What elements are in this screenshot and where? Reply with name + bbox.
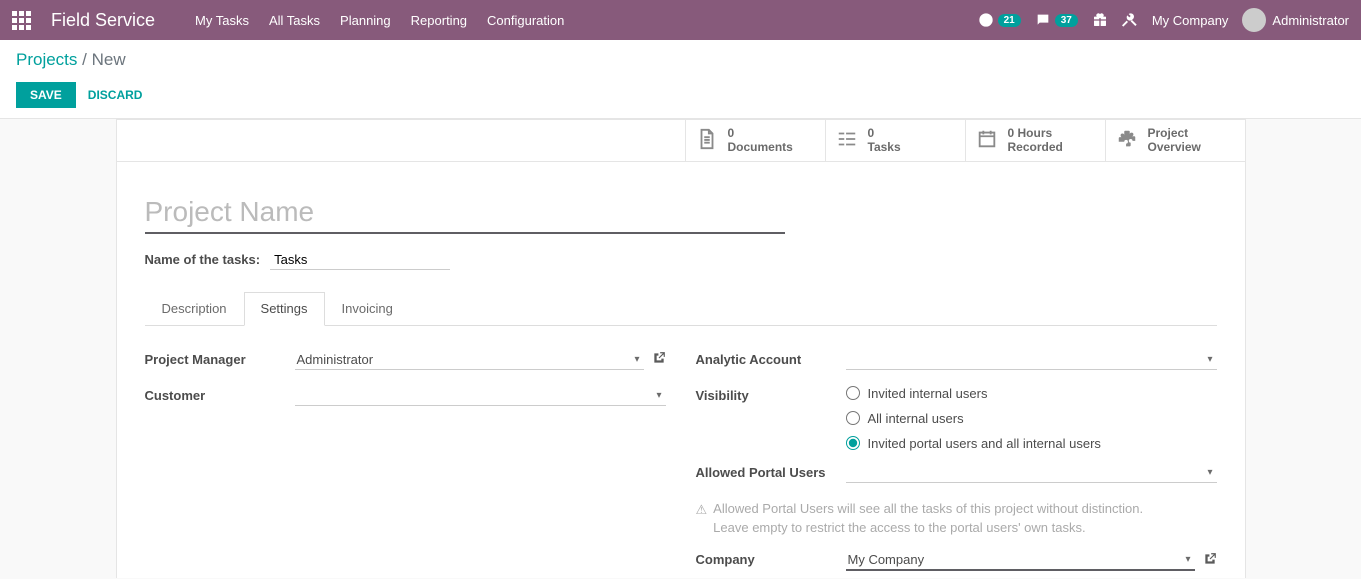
tab-invoicing[interactable]: Invoicing	[325, 292, 410, 325]
avatar-icon	[1242, 8, 1266, 32]
breadcrumb: Projects / New	[16, 50, 1345, 70]
tab-settings[interactable]: Settings	[244, 292, 325, 326]
stat-buttons: 0Documents 0Tasks 0 HoursRecorded Projec…	[116, 119, 1246, 162]
chevron-down-icon: ▾	[656, 390, 661, 401]
nav-reporting[interactable]: Reporting	[411, 13, 467, 28]
chat-icon	[1035, 12, 1051, 28]
chevron-down-icon: ▾	[1207, 467, 1212, 478]
user-menu[interactable]: Administrator	[1242, 8, 1349, 32]
navbar: Field Service My Tasks All Tasks Plannin…	[0, 0, 1361, 40]
control-panel: Projects / New SAVE DISCARD	[0, 40, 1361, 119]
apps-icon[interactable]	[12, 11, 31, 30]
allowed-portal-users-row: Allowed Portal Users ▾	[696, 463, 1217, 487]
customer-select[interactable]: ▾	[295, 386, 666, 406]
visibility-radio-group: Invited internal users All internal user…	[846, 386, 1217, 451]
stat-documents[interactable]: 0Documents	[685, 120, 825, 161]
visibility-option-all-internal[interactable]: All internal users	[846, 411, 1217, 426]
brand-title[interactable]: Field Service	[51, 10, 155, 31]
warning-icon: ⚠	[696, 500, 708, 520]
task-name-label: Name of the tasks:	[145, 252, 261, 267]
company-select[interactable]: My Company ▾	[846, 550, 1195, 571]
activity-indicator[interactable]: 21	[978, 12, 1021, 28]
tab-description[interactable]: Description	[145, 292, 244, 325]
main-scroll[interactable]: 0Documents 0Tasks 0 HoursRecorded Projec…	[0, 119, 1361, 578]
nav-configuration[interactable]: Configuration	[487, 13, 564, 28]
calendar-icon	[976, 128, 998, 150]
nav-menu: My Tasks All Tasks Planning Reporting Co…	[195, 13, 978, 28]
tools-icon[interactable]	[1122, 12, 1138, 28]
sheet-container: 0Documents 0Tasks 0 HoursRecorded Projec…	[116, 119, 1246, 578]
settings-body: Project Manager Administrator ▾	[145, 326, 1217, 578]
nav-all-tasks[interactable]: All Tasks	[269, 13, 320, 28]
discard-button[interactable]: DISCARD	[88, 88, 143, 102]
gift-icon[interactable]	[1092, 12, 1108, 28]
user-name: Administrator	[1272, 13, 1349, 28]
puzzle-icon	[1116, 128, 1138, 150]
breadcrumb-root[interactable]: Projects	[16, 50, 77, 69]
allowed-portal-users-select[interactable]: ▾	[846, 463, 1217, 483]
external-link-icon[interactable]	[1203, 552, 1217, 569]
action-buttons: SAVE DISCARD	[16, 82, 1345, 108]
task-name-row: Name of the tasks:	[145, 250, 1217, 270]
document-icon	[696, 128, 718, 150]
project-manager-select[interactable]: Administrator ▾	[295, 350, 644, 370]
task-name-input[interactable]	[270, 250, 450, 270]
chevron-down-icon: ▾	[1207, 354, 1212, 365]
tabs: Description Settings Invoicing	[145, 292, 1217, 326]
right-column: Analytic Account ▾ Visibility Inv	[696, 350, 1217, 578]
company-row: Company My Company ▾	[696, 550, 1217, 574]
nav-right: 21 37 My Company Administrator	[978, 8, 1349, 32]
customer-row: Customer ▾	[145, 386, 666, 410]
analytic-account-row: Analytic Account ▾	[696, 350, 1217, 374]
messages-badge: 37	[1055, 14, 1078, 27]
allowed-portal-users-help: ⚠ Allowed Portal Users will see all the …	[696, 499, 1217, 538]
form-sheet: Name of the tasks: Description Settings …	[116, 162, 1246, 578]
company-switcher[interactable]: My Company	[1152, 13, 1229, 28]
analytic-account-select[interactable]: ▾	[846, 350, 1217, 370]
stat-hours[interactable]: 0 HoursRecorded	[965, 120, 1105, 161]
visibility-option-portal[interactable]: Invited portal users and all internal us…	[846, 436, 1217, 451]
chevron-down-icon: ▾	[1185, 554, 1190, 565]
external-link-icon[interactable]	[652, 351, 666, 368]
project-manager-row: Project Manager Administrator ▾	[145, 350, 666, 374]
activity-badge: 21	[998, 14, 1021, 27]
nav-planning[interactable]: Planning	[340, 13, 391, 28]
breadcrumb-current: New	[92, 50, 126, 69]
visibility-option-invited-internal[interactable]: Invited internal users	[846, 386, 1217, 401]
chevron-down-icon: ▾	[634, 354, 639, 365]
tasks-icon	[836, 128, 858, 150]
nav-my-tasks[interactable]: My Tasks	[195, 13, 249, 28]
visibility-row: Visibility Invited internal users All in…	[696, 386, 1217, 451]
left-column: Project Manager Administrator ▾	[145, 350, 666, 578]
messages-indicator[interactable]: 37	[1035, 12, 1078, 28]
project-name-input[interactable]	[145, 192, 785, 234]
stat-overview[interactable]: ProjectOverview	[1105, 120, 1245, 161]
save-button[interactable]: SAVE	[16, 82, 76, 108]
stat-tasks[interactable]: 0Tasks	[825, 120, 965, 161]
clock-icon	[978, 12, 994, 28]
